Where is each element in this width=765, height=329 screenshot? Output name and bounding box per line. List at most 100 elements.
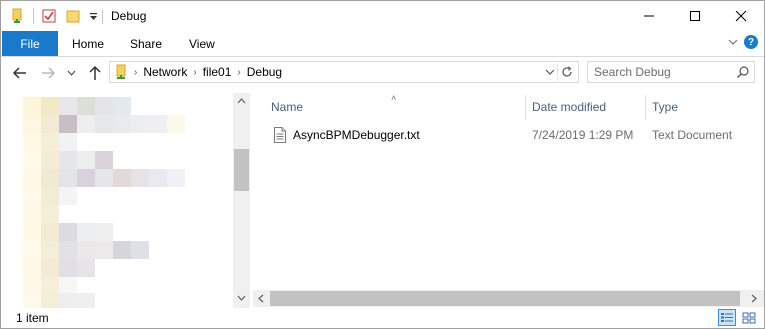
scroll-up-icon[interactable] [237, 98, 246, 104]
tab-file[interactable]: File [2, 31, 58, 56]
tab-view[interactable]: View [189, 31, 215, 56]
search-box [587, 61, 755, 83]
nav-tree-blur [95, 169, 113, 187]
nav-tree-blur [77, 241, 95, 259]
nav-tree-blur [77, 151, 95, 169]
maximize-icon [690, 11, 700, 21]
refresh-button[interactable] [557, 63, 576, 81]
tab-share[interactable]: Share [130, 31, 162, 56]
nav-tree-blur [23, 293, 41, 308]
minimize-button[interactable] [626, 1, 672, 31]
nav-pane-scroll-thumb[interactable] [234, 149, 249, 191]
explorer-window: Debug File Home Share View ? › Network ›… [0, 0, 765, 329]
breadcrumb-file01[interactable]: file01 [203, 65, 232, 79]
nav-tree-blur [95, 223, 113, 241]
details-view-button[interactable] [718, 309, 736, 326]
folder-icon[interactable] [9, 7, 27, 25]
file-date: 7/24/2019 1:29 PM [532, 128, 634, 142]
file-list-scroll-thumb[interactable] [270, 291, 740, 306]
breadcrumb-debug[interactable]: Debug [247, 65, 282, 79]
search-icon[interactable] [736, 65, 750, 79]
column-divider[interactable] [525, 95, 526, 120]
nav-tree-blur [131, 115, 149, 133]
back-button[interactable] [11, 64, 29, 82]
nav-tree-blur [59, 259, 77, 277]
nav-tree-blur [41, 115, 59, 133]
nav-tree-blur [23, 241, 41, 259]
large-icons-view-icon [742, 312, 756, 323]
nav-tree-blur [113, 241, 131, 259]
forward-button[interactable] [39, 64, 57, 82]
help-icon[interactable]: ? [744, 35, 758, 49]
nav-tree-blur [41, 187, 59, 205]
breadcrumb-chevron-icon[interactable]: › [134, 67, 137, 78]
nav-tree-blur [77, 169, 95, 187]
nav-tree-blur [95, 97, 113, 115]
nav-tree-blur [23, 97, 41, 115]
breadcrumb-chevron-icon[interactable]: › [193, 67, 196, 78]
breadcrumb: › Network › file01 › Debug [114, 62, 282, 82]
scroll-left-icon[interactable] [258, 294, 264, 303]
column-header-name[interactable]: Name [271, 93, 303, 120]
nav-tree-blur [113, 97, 131, 115]
refresh-icon [562, 66, 572, 77]
nav-tree-blur [95, 241, 113, 259]
column-header-date-modified[interactable]: Date modified [532, 93, 606, 120]
nav-tree-blur [59, 241, 77, 259]
ribbon-tabs: File Home Share View ? [1, 31, 764, 57]
nav-tree-blur [59, 223, 77, 241]
nav-tree-blur [23, 223, 41, 241]
nav-tree-blur [23, 259, 41, 277]
nav-tree-blur [59, 169, 77, 187]
nav-tree-blur [95, 115, 113, 133]
address-bar[interactable]: › Network › file01 › Debug [109, 61, 579, 83]
item-count: 1 item [16, 311, 49, 325]
window-title: Debug [111, 9, 147, 23]
collapse-ribbon-icon[interactable] [728, 37, 738, 47]
recent-locations-button[interactable] [65, 64, 77, 82]
nav-tree-blur [95, 151, 113, 169]
file-name-cell: AsyncBPMDebugger.txt [273, 123, 420, 147]
nav-tree-blur [23, 169, 41, 187]
file-list-hscrollbar[interactable] [253, 290, 764, 307]
nav-tree-blur [59, 97, 77, 115]
search-input[interactable] [594, 64, 724, 80]
file-row[interactable]: AsyncBPMDebugger.txt 7/24/2019 1:29 PM T… [263, 123, 758, 147]
nav-tree-blur [59, 151, 77, 169]
nav-tree-blur [41, 133, 59, 151]
nav-tree-blur [41, 151, 59, 169]
title-separator [102, 10, 103, 24]
nav-tree-blur [149, 115, 167, 133]
nav-tree-blur [23, 151, 41, 169]
ribbon-controls: ? [728, 35, 758, 49]
large-icons-view-button[interactable] [740, 309, 758, 326]
address-dropdown-button[interactable] [544, 65, 556, 79]
details-view-icon [721, 313, 733, 322]
scroll-down-icon[interactable] [237, 295, 246, 301]
nav-tree-blur [77, 97, 95, 115]
properties-icon[interactable] [40, 7, 58, 25]
up-button[interactable] [86, 64, 104, 82]
customize-dropdown-icon[interactable] [88, 7, 98, 25]
close-button[interactable] [718, 1, 764, 31]
navigation-pane[interactable] [1, 93, 251, 308]
nav-tree-blur [23, 115, 41, 133]
nav-tree-blur [59, 187, 77, 205]
column-divider[interactable] [645, 95, 646, 120]
maximize-button[interactable] [672, 1, 718, 31]
column-header-type[interactable]: Type [652, 93, 678, 120]
scroll-right-icon[interactable] [751, 294, 757, 303]
breadcrumb-chevron-icon[interactable]: › [237, 67, 240, 78]
network-folder-icon [116, 64, 126, 79]
nav-tree-blur [131, 241, 149, 259]
tab-home[interactable]: Home [72, 31, 104, 56]
nav-tree-blur [23, 205, 41, 223]
nav-tree-blur [113, 115, 131, 133]
nav-tree-blur [41, 205, 59, 223]
new-folder-icon[interactable] [64, 7, 82, 25]
status-bar: 1 item [1, 308, 764, 328]
breadcrumb-network[interactable]: Network [143, 65, 187, 79]
nav-pane-scrollbar[interactable] [233, 93, 250, 308]
nav-tree-blur [77, 223, 95, 241]
toolbar-separator [33, 8, 34, 24]
